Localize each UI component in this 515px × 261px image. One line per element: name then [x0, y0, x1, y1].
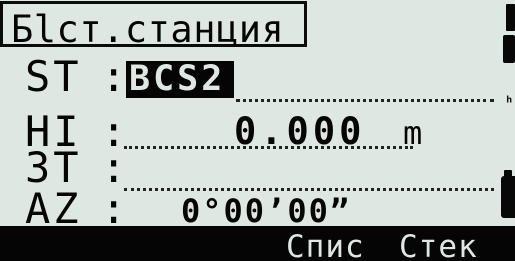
- az-label: AZ: [25, 184, 82, 233]
- stack-softkey[interactable]: Стек: [399, 232, 478, 261]
- instrument-height-underline: [124, 142, 413, 149]
- status-block-icon: [503, 35, 515, 63]
- battery-icon: [501, 176, 515, 218]
- mode-glyph-icon: ʰ: [504, 93, 514, 112]
- screen-title: Бlст.станция: [11, 8, 285, 51]
- screen-title-box: Бlст.станция: [0, 1, 307, 51]
- azimuth-input[interactable]: 0°00’00”: [181, 195, 351, 227]
- az-colon: :: [101, 184, 128, 233]
- battery-terminal-icon: [504, 170, 512, 177]
- total-station-screen: Бlст.станция ST : BCS2 HI : 0.000 m ЗT :…: [0, 0, 515, 261]
- zt-label: ЗT: [25, 143, 82, 192]
- st-colon: :: [101, 52, 128, 101]
- top-status-icon: [506, 4, 515, 31]
- zt-colon: :: [101, 143, 128, 192]
- target-input-underline[interactable]: [124, 184, 494, 191]
- station-input[interactable]: BCS2: [126, 61, 234, 98]
- st-label: ST: [25, 52, 82, 101]
- station-input-underline: [236, 95, 494, 102]
- list-softkey[interactable]: Спис: [286, 232, 365, 261]
